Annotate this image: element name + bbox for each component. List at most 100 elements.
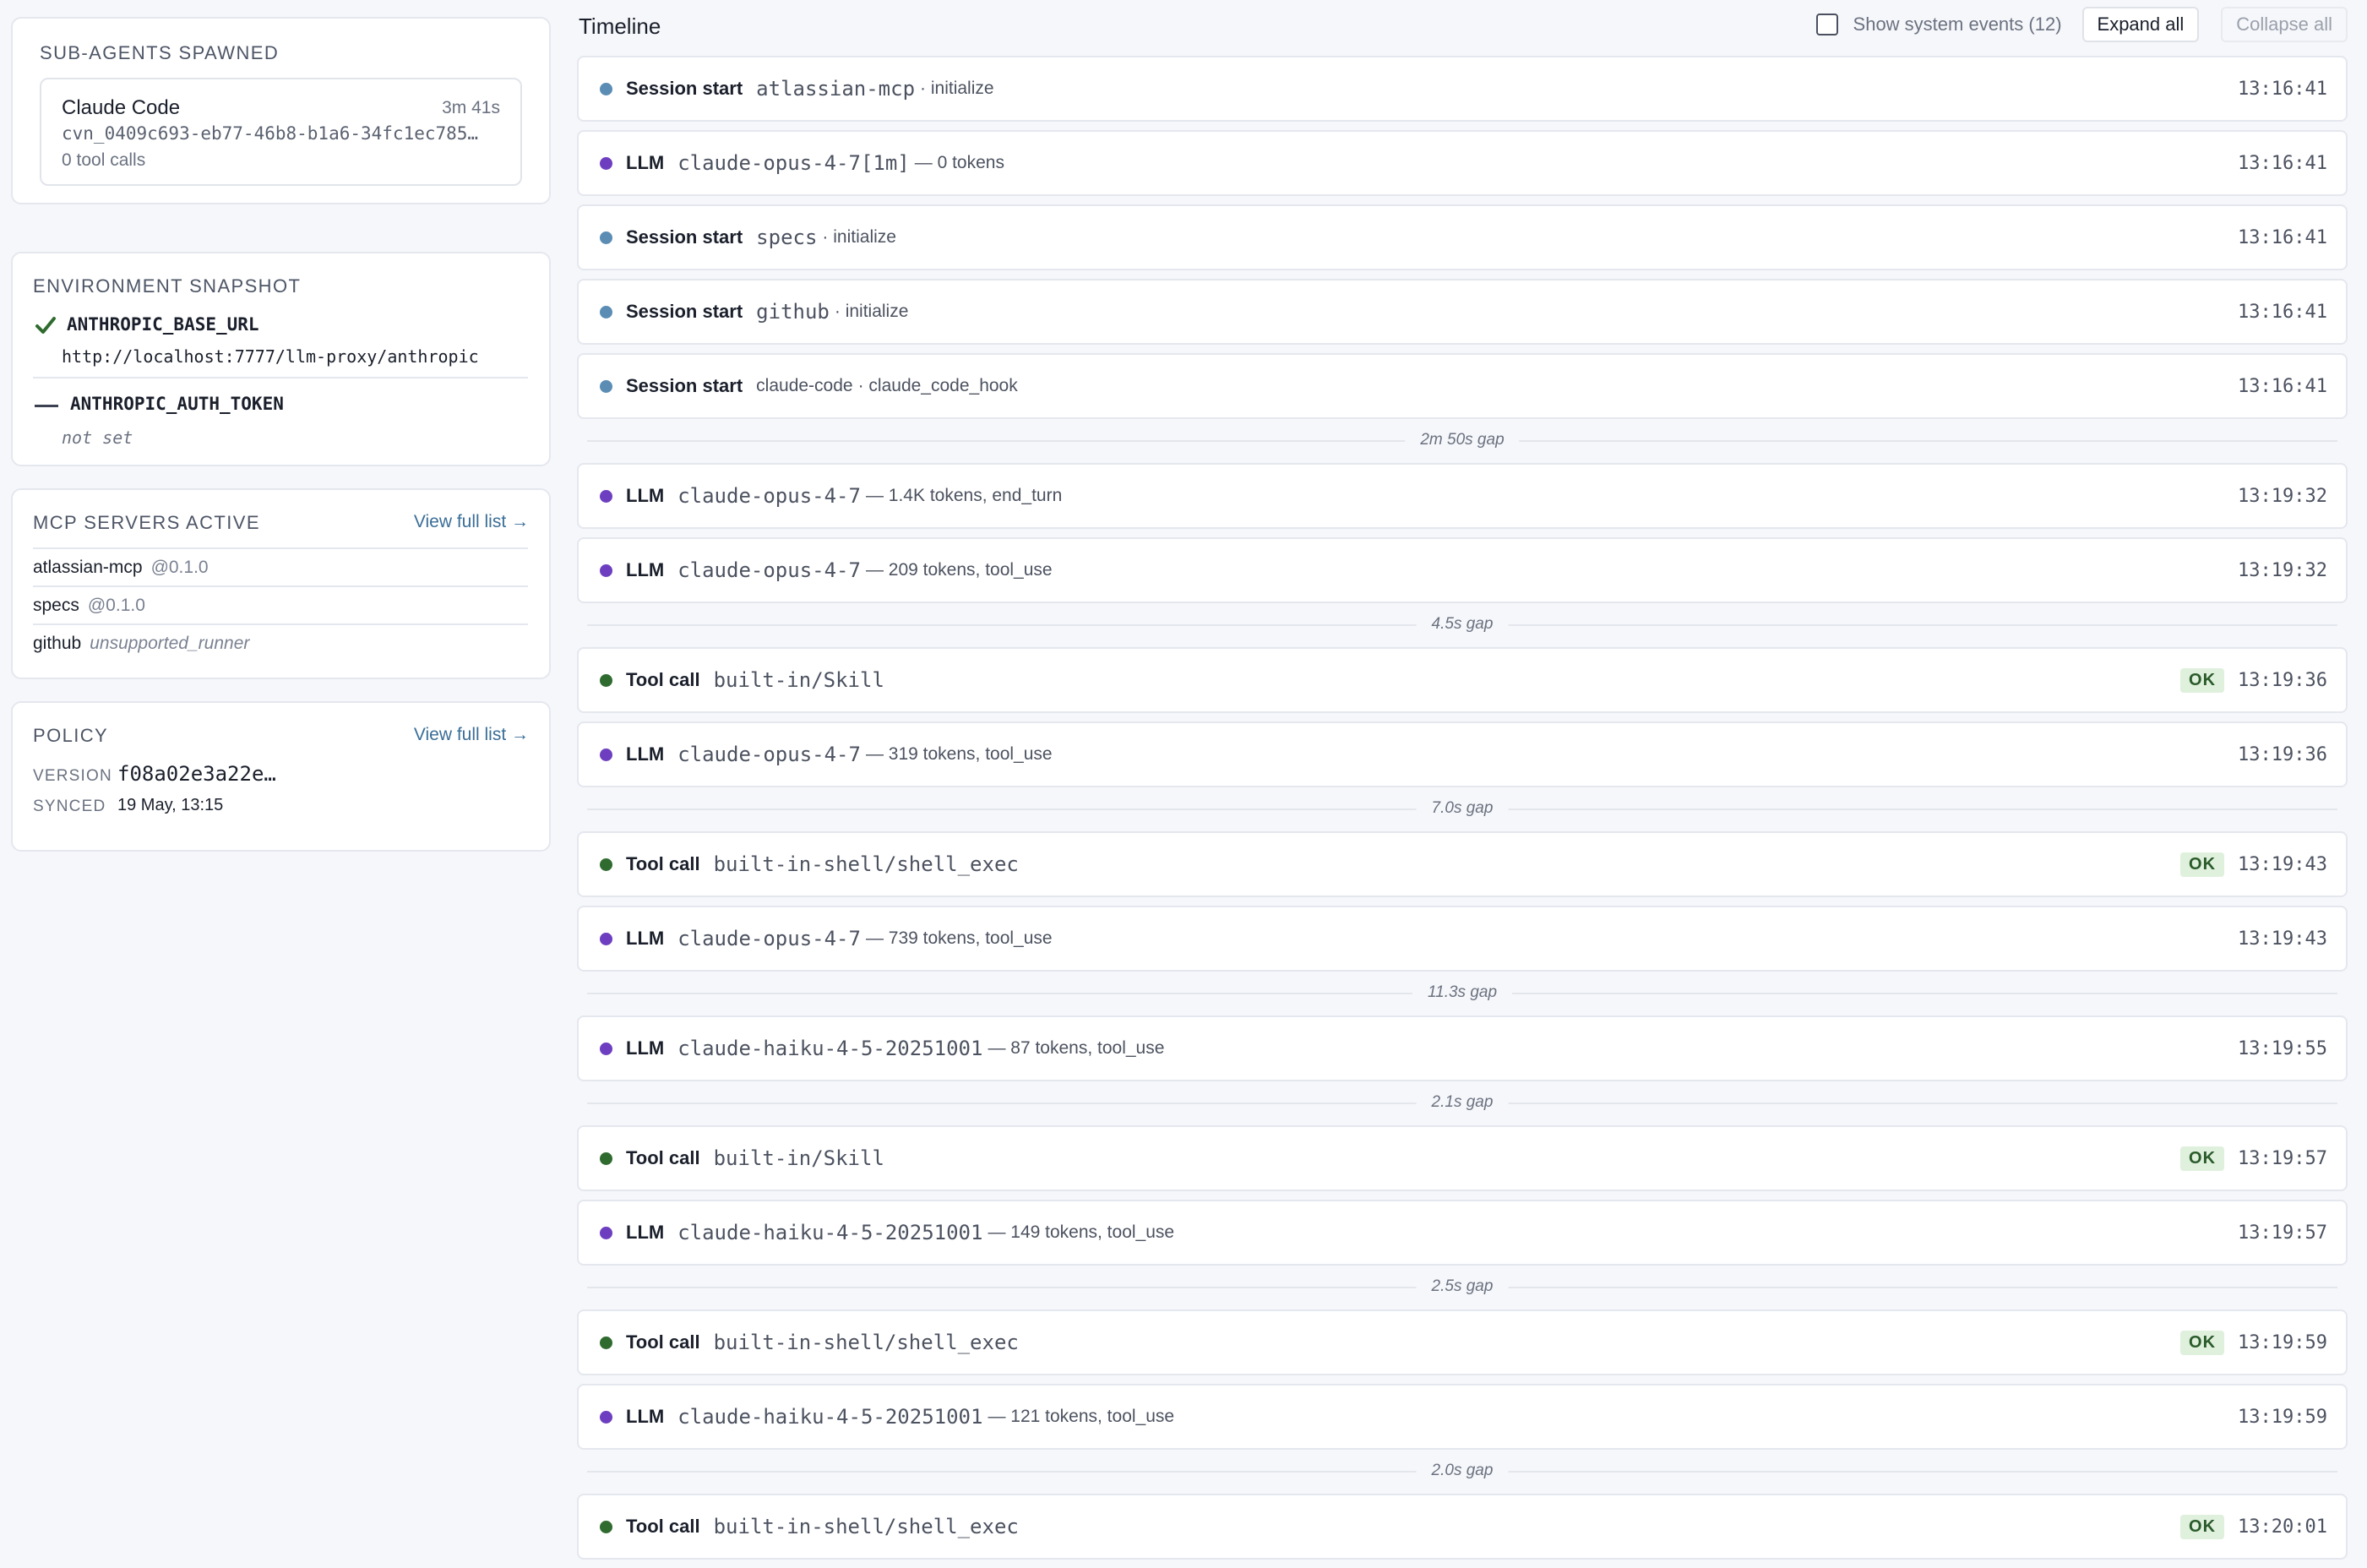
event-timestamp: 13:19:32	[2238, 559, 2327, 581]
tool-status-dot-icon	[600, 858, 612, 871]
policy-title: POLICY	[33, 725, 109, 746]
mcp-server-item[interactable]: atlassian-mcp @0.1.0	[33, 547, 528, 585]
timeline-event-row[interactable]: Tool call built-in-shell/shell_exec OK 13:1…	[577, 1309, 2348, 1375]
timeline-event-row[interactable]: LLM claude-opus-4-7— 739 tokens, tool_use…	[577, 906, 2348, 972]
timeline-event-row[interactable]: Tool call built-in/Skill OK 13:19:57	[577, 1125, 2348, 1191]
event-timestamp: 13:19:36	[2238, 669, 2327, 691]
event-target: built-in-shell/shell_exec	[713, 852, 1019, 876]
event-detail: — 739 tokens, tool_use	[865, 928, 1053, 948]
event-meta: OK 13:19:36	[2180, 649, 2327, 711]
event-kind: Session start	[626, 226, 743, 248]
timeline-event-row[interactable]: Session start specs · initialize 13:16:41	[577, 204, 2348, 270]
gap-label: 11.3s gap	[1412, 983, 1513, 1002]
event-target: claude-code	[756, 376, 853, 395]
env-var-value: not set	[62, 427, 133, 448]
llm-status-dot-icon	[600, 489, 612, 503]
event-kind: LLM	[626, 485, 665, 506]
llm-status-dot-icon	[600, 1042, 612, 1055]
subagent-duration: 3m 41s	[442, 98, 500, 117]
event-target: claude-opus-4-7	[677, 484, 861, 508]
subagent-item[interactable]: Claude Code 3m 41s cvn_0409c693-eb77-46b…	[40, 78, 522, 186]
timeline-gap-divider: 7.0s gap	[577, 792, 2348, 826]
gap-label: 7.0s gap	[1416, 799, 1509, 818]
mcp-server-version: unsupported_runner	[90, 634, 250, 653]
timeline-gap-divider: 4.5s gap	[577, 608, 2348, 642]
event-meta: OK 13:20:01	[2180, 1495, 2327, 1558]
gap-label: 2.5s gap	[1416, 1277, 1509, 1296]
policy-view-full-list-link[interactable]: View full list →	[414, 725, 529, 745]
event-detail: — 319 tokens, tool_use	[865, 744, 1053, 764]
event-kind: LLM	[626, 1406, 665, 1427]
environment-snapshot-card: ENVIRONMENT SNAPSHOT ANTHROPIC_BASE_URL …	[11, 252, 551, 466]
subagent-name: Claude Code	[62, 96, 181, 119]
timeline-title: Timeline	[579, 14, 661, 39]
event-detail: — 1.4K tokens, end_turn	[865, 486, 1063, 505]
show-system-events-checkbox[interactable]	[1815, 14, 1838, 35]
timeline-event-row[interactable]: LLM claude-opus-4-7— 319 tokens, tool_use…	[577, 721, 2348, 787]
event-timestamp: 13:16:41	[2238, 375, 2327, 397]
timeline-event-row[interactable]: LLM claude-opus-4-7— 209 tokens, tool_use…	[577, 537, 2348, 603]
timeline-gap-divider: 11.3s gap	[577, 977, 2348, 1010]
event-detail: — 209 tokens, tool_use	[865, 560, 1053, 580]
timeline-event-row[interactable]: Session start atlassian-mcp · initialize 13…	[577, 56, 2348, 122]
env-var-key: ANTHROPIC_AUTH_TOKEN	[70, 394, 284, 414]
event-timestamp: 13:16:41	[2238, 78, 2327, 100]
timeline-event-row[interactable]: Session start github · initialize 13:16:41	[577, 279, 2348, 345]
subagent-tool-calls: 0 tool calls	[62, 150, 146, 170]
mcp-server-item[interactable]: github unsupported_runner	[33, 623, 528, 662]
mcp-server-name: atlassian-mcp	[33, 558, 143, 577]
mcp-server-list: atlassian-mcp @0.1.0 specs @0.1.0 github un…	[33, 547, 528, 662]
timeline-event-row[interactable]: LLM claude-opus-4-7— 1.4K tokens, end_tur…	[577, 463, 2348, 529]
timeline-event-row[interactable]: Session start claude-code · claude_code_ho…	[577, 353, 2348, 419]
event-target: built-in-shell/shell_exec	[713, 1515, 1019, 1538]
event-target: claude-opus-4-7	[677, 927, 861, 950]
llm-status-dot-icon	[600, 1226, 612, 1239]
event-meta: 13:16:41	[2238, 57, 2327, 120]
collapse-all-button[interactable]: Collapse all	[2221, 7, 2348, 42]
event-kind: Tool call	[626, 1331, 700, 1353]
timeline-event-row[interactable]: LLM claude-haiku-4-5-20251001— 149 tokens…	[577, 1200, 2348, 1266]
timeline-event-row[interactable]: LLM claude-haiku-4-5-20251001— 87 tokens,…	[577, 1015, 2348, 1081]
left-panel: SUB-AGENTS SPAWNED Claude Code 3m 41s cv…	[11, 17, 551, 852]
llm-status-dot-icon	[600, 932, 612, 945]
mcp-server-version: @0.1.0	[87, 596, 145, 615]
event-kind: Tool call	[626, 1516, 700, 1537]
timeline-event-row[interactable]: Tool call built-in-shell/shell_exec OK 13:1…	[577, 831, 2348, 897]
event-meta: 13:19:32	[2238, 539, 2327, 602]
timeline-event-list: Session start atlassian-mcp · initialize 13…	[577, 56, 2348, 1568]
timeline-event-row[interactable]: LLM claude-opus-4-7[1m] — 0 tokens 13:16:41	[577, 130, 2348, 196]
llm-status-dot-icon	[600, 156, 612, 170]
session-status-dot-icon	[600, 305, 612, 318]
timeline-event-row[interactable]: Tool call built-in/Skill OK 13:19:36	[577, 647, 2348, 713]
expand-all-button[interactable]: Expand all	[2081, 7, 2200, 42]
session-status-dot-icon	[600, 379, 612, 393]
event-timestamp: 13:16:41	[2238, 226, 2327, 248]
event-detail: · initialize	[834, 302, 909, 321]
event-timestamp: 13:20:01	[2238, 1516, 2327, 1538]
timeline-gap-divider: 2.5s gap	[577, 1271, 2348, 1304]
mcp-servers-card: MCP SERVERS ACTIVE View full list → atla…	[11, 488, 551, 679]
event-target: claude-opus-4-7	[677, 558, 861, 582]
event-timestamp: 13:16:41	[2238, 152, 2327, 174]
event-timestamp: 13:19:57	[2238, 1147, 2327, 1169]
mcp-server-item[interactable]: specs @0.1.0	[33, 585, 528, 623]
timeline-event-row[interactable]: LLM claude-haiku-4-5-20251001 — 121 tokens…	[577, 1384, 2348, 1450]
event-timestamp: 13:19:36	[2238, 743, 2327, 765]
gap-label: 2.1s gap	[1416, 1093, 1509, 1112]
status-badge: OK	[2180, 667, 2225, 693]
event-meta: 13:19:59	[2238, 1386, 2327, 1448]
env-var-row: ANTHROPIC_AUTH_TOKEN not set	[33, 390, 528, 449]
mcp-view-full-list-link[interactable]: View full list →	[414, 512, 529, 532]
timeline-event-row[interactable]: Tool call built-in-shell/shell_exec OK 13:2…	[577, 1494, 2348, 1560]
show-system-events-label[interactable]: Show system events (12)	[1853, 14, 2062, 35]
event-detail: · initialize	[920, 79, 994, 98]
event-meta: OK 13:19:59	[2180, 1311, 2327, 1374]
event-meta: 13:16:41	[2238, 132, 2327, 194]
event-detail: — 0 tokens	[914, 153, 1004, 172]
event-meta: 13:19:43	[2238, 907, 2327, 970]
mcp-server-name: github	[33, 634, 82, 653]
gap-label: 2.0s gap	[1416, 1462, 1509, 1480]
event-meta: OK 13:19:43	[2180, 833, 2327, 896]
event-meta: 13:19:55	[2238, 1017, 2327, 1080]
session-status-dot-icon	[600, 82, 612, 95]
